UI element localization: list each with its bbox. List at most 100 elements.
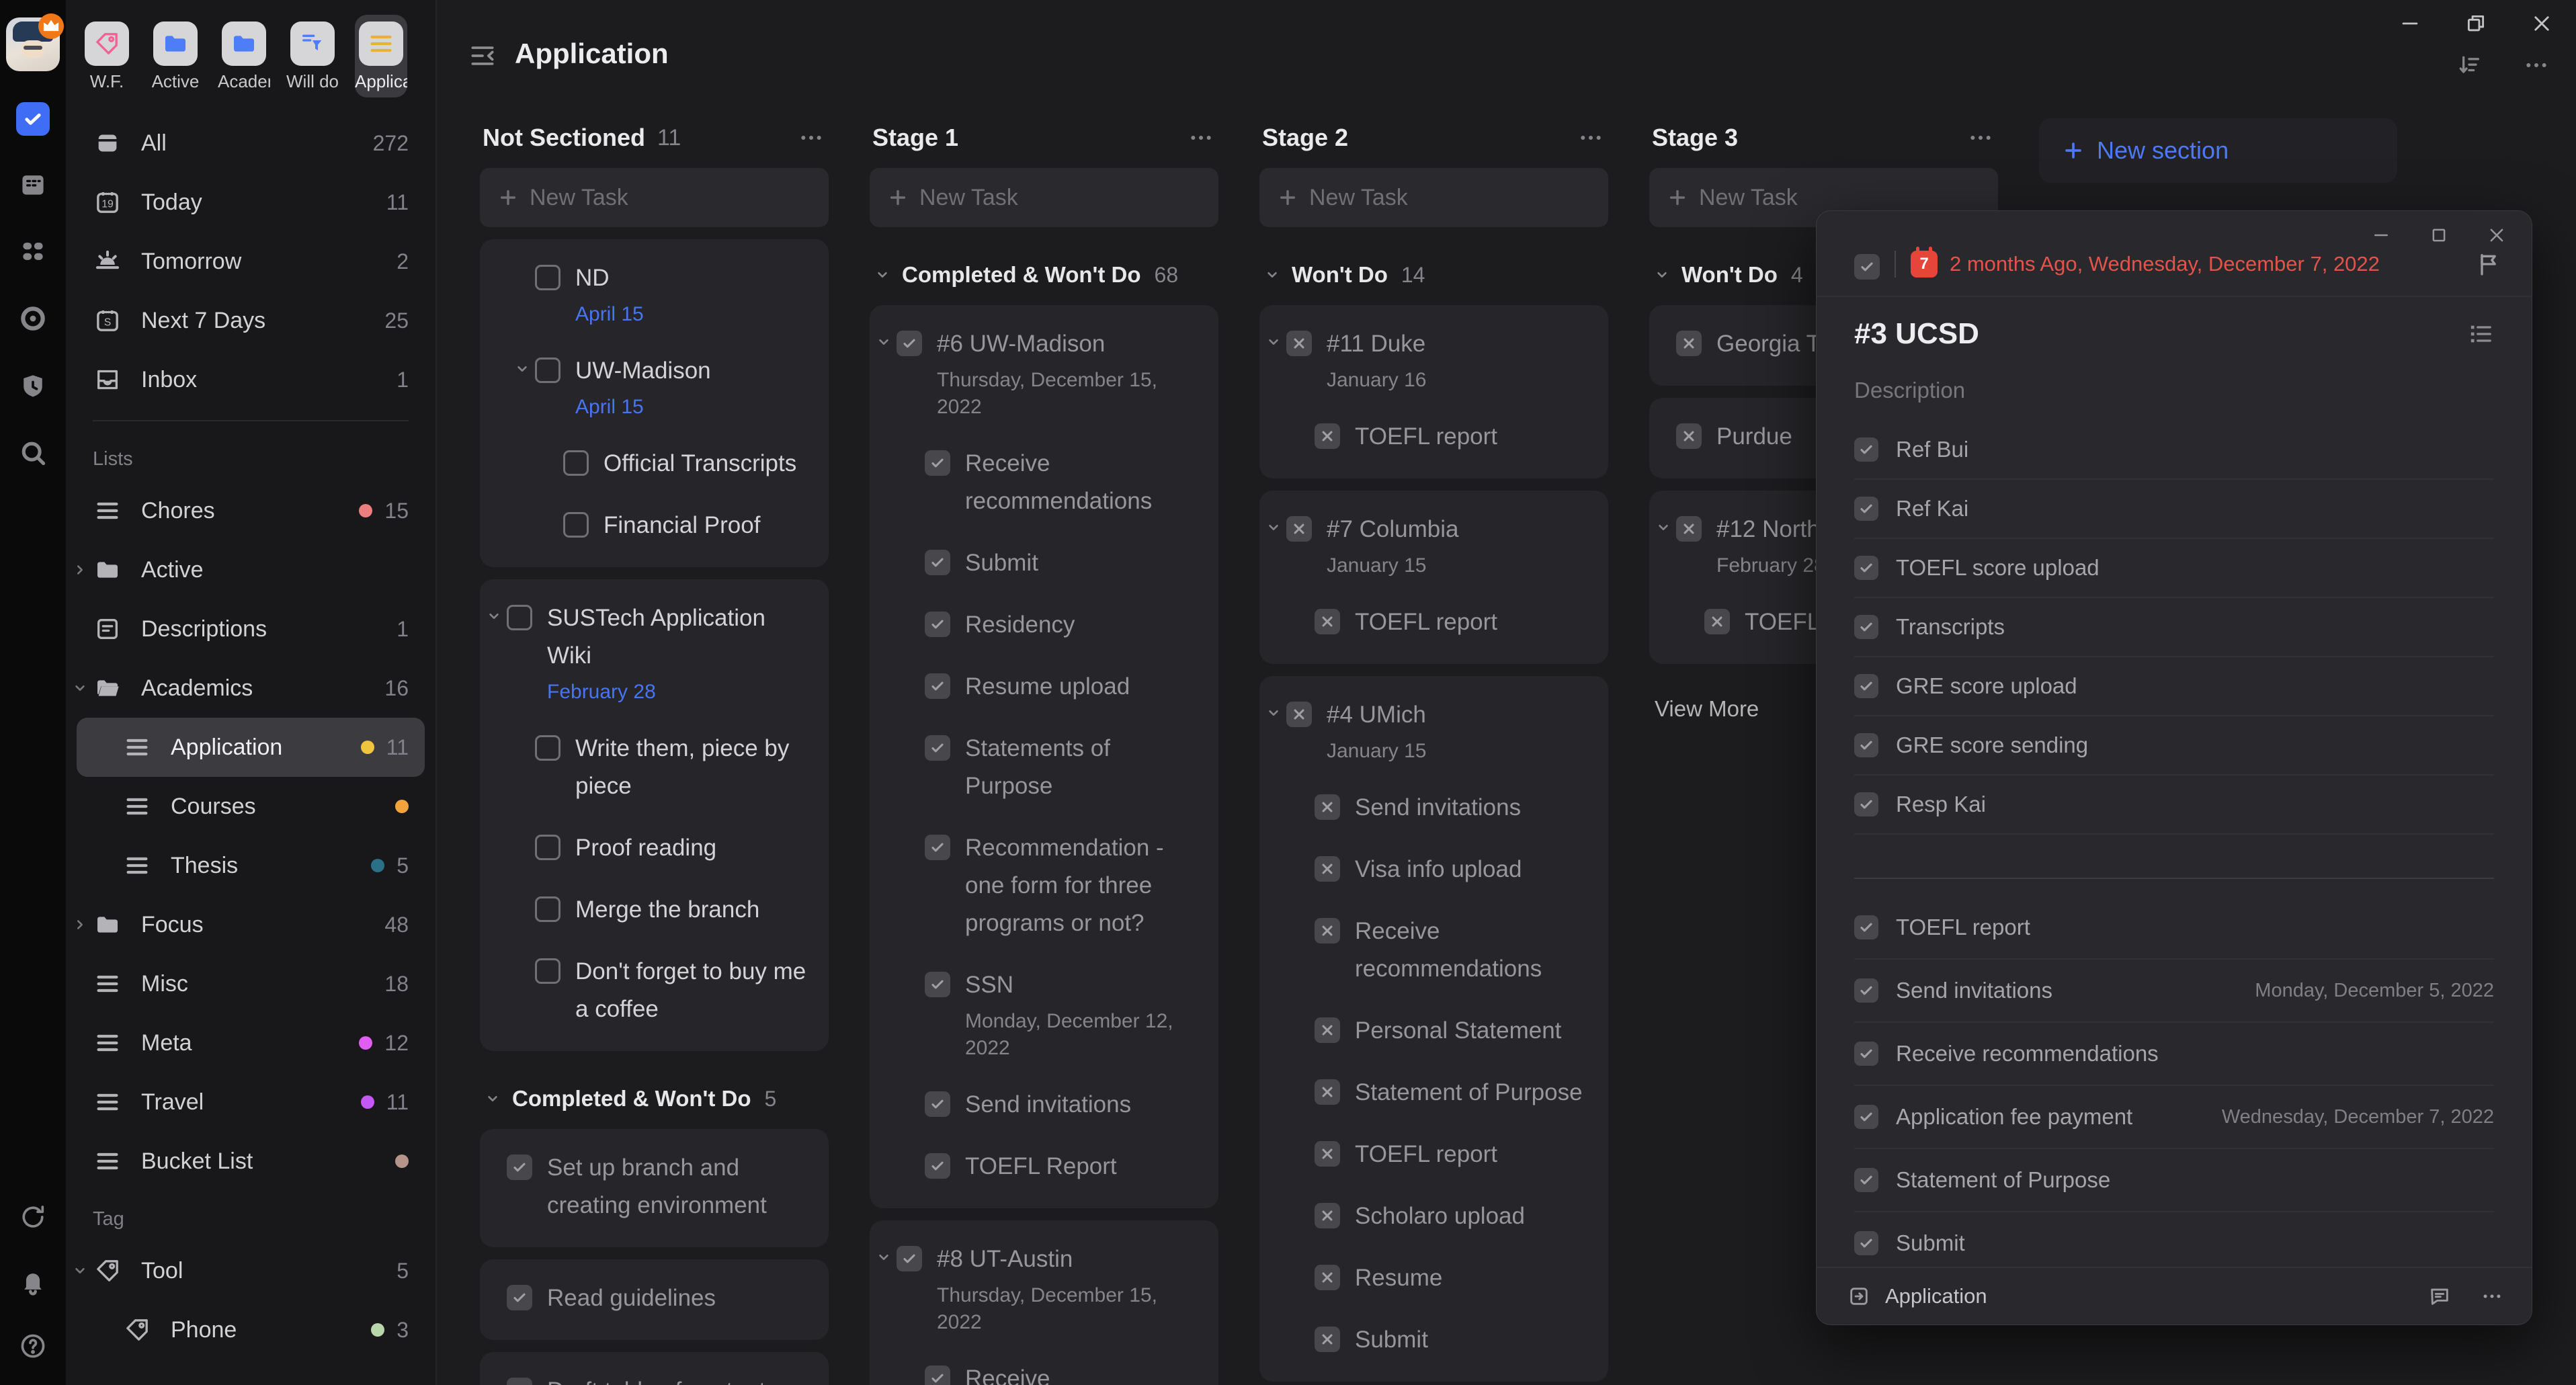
crossed-checkbox[interactable] <box>1676 423 1702 449</box>
sidebar-item-thesis[interactable]: Thesis5 <box>66 836 435 895</box>
task-card[interactable]: #8 UT-AustinThursday, December 15, 2022R… <box>870 1220 1218 1385</box>
unchecked-checkbox[interactable] <box>535 735 560 761</box>
column-more-icon[interactable] <box>1577 124 1604 151</box>
chevron-down-icon[interactable] <box>1655 519 1672 536</box>
pinned-tab-applicati[interactable]: Applicati <box>355 15 407 97</box>
checked-checkbox[interactable] <box>1854 254 1880 280</box>
crossed-checkbox[interactable] <box>1315 1327 1340 1352</box>
checked-checkbox[interactable] <box>897 1246 922 1271</box>
unchecked-checkbox[interactable] <box>535 958 560 984</box>
pomodoro-icon[interactable] <box>14 300 52 337</box>
sidebar-item-application[interactable]: Application11 <box>77 718 425 777</box>
checked-checkbox[interactable] <box>1854 1042 1878 1066</box>
sync-icon[interactable] <box>14 1198 52 1236</box>
crossed-checkbox[interactable] <box>1315 609 1340 634</box>
comment-icon[interactable] <box>2427 1284 2452 1309</box>
checked-checkbox[interactable] <box>1854 674 1878 698</box>
subtask-row[interactable]: Recommendation - one form for three prog… <box>897 829 1198 942</box>
move-to-list-icon[interactable] <box>1846 1284 1872 1309</box>
sidebar-item-phone[interactable]: Phone3 <box>66 1300 435 1359</box>
crossed-checkbox[interactable] <box>1315 423 1340 449</box>
column-more-icon[interactable] <box>798 124 825 151</box>
subtask-item[interactable]: Receive recommendations <box>1854 1023 2494 1086</box>
sidebar-item-bucket-list[interactable]: Bucket List <box>66 1132 435 1191</box>
chevron-down-icon[interactable] <box>1263 266 1281 284</box>
checked-checkbox[interactable] <box>1854 792 1878 816</box>
subtask-row[interactable]: Visa info upload <box>1286 851 1588 888</box>
subtask-row[interactable]: Send invitations <box>897 1086 1198 1124</box>
subtask-row[interactable]: Write them, piece by piece <box>507 730 808 805</box>
sidebar-item-courses[interactable]: Courses <box>66 777 435 836</box>
checked-checkbox[interactable] <box>1854 437 1878 462</box>
unchecked-checkbox[interactable] <box>535 835 560 860</box>
checklist-item[interactable]: Resp Kai <box>1854 775 2494 835</box>
chevron-down-icon[interactable] <box>71 1262 89 1279</box>
sidebar-item-next-7-days[interactable]: SNext 7 Days25 <box>66 291 435 350</box>
subtask-item[interactable]: Application fee paymentWednesday, Decemb… <box>1854 1086 2494 1149</box>
task-row[interactable]: SUSTech Application WikiFebruary 28 <box>507 599 808 706</box>
task-card[interactable]: Draft table of contentsJanuary 10 <box>480 1352 829 1385</box>
unchecked-checkbox[interactable] <box>535 265 560 290</box>
subtask-row[interactable]: Resume <box>1286 1259 1588 1297</box>
checked-checkbox[interactable] <box>507 1378 532 1385</box>
task-card[interactable]: SUSTech Application WikiFebruary 28 Write… <box>480 579 829 1051</box>
subtask-row[interactable]: Statements of Purpose <box>897 730 1198 805</box>
due-date[interactable]: 7 2 months Ago, Wednesday, December 7, 2… <box>1911 251 2380 278</box>
chevron-down-icon[interactable] <box>875 333 892 351</box>
chevron-down-icon[interactable] <box>874 266 891 284</box>
pinned-tab-active[interactable]: Active <box>149 15 202 97</box>
crossed-checkbox[interactable] <box>1315 1079 1340 1105</box>
more-options-icon[interactable] <box>2521 50 2552 81</box>
checked-checkbox[interactable] <box>1854 1231 1878 1255</box>
user-avatar[interactable] <box>6 17 60 71</box>
crossed-checkbox[interactable] <box>1315 1265 1340 1290</box>
habit-icon[interactable] <box>14 367 52 405</box>
sidebar-item-meta[interactable]: Meta12 <box>66 1013 435 1073</box>
new-section-button[interactable]: New section <box>2039 118 2397 183</box>
subtask-row[interactable]: Resume upload <box>897 668 1198 706</box>
subtask-row[interactable]: Receive recommendations <box>897 445 1198 520</box>
subtask-item[interactable]: Send invitationsMonday, December 5, 2022 <box>1854 960 2494 1023</box>
checked-checkbox[interactable] <box>1854 915 1878 939</box>
column-more-icon[interactable] <box>1967 124 1994 151</box>
task-row[interactable]: #4 UMichJanuary 15 <box>1286 696 1588 765</box>
checked-checkbox[interactable] <box>925 612 950 637</box>
collapse-sidebar-icon[interactable] <box>468 41 497 71</box>
subtask-item[interactable]: TOEFL report <box>1854 896 2494 960</box>
subtask-item[interactable]: Submit <box>1854 1212 2494 1267</box>
checked-checkbox[interactable] <box>1854 1105 1878 1129</box>
panel-more-icon[interactable] <box>2479 1284 2505 1309</box>
checklist-item[interactable]: GRE score upload <box>1854 657 2494 716</box>
chevron-down-icon[interactable] <box>1265 704 1282 722</box>
subtask-row[interactable]: Residency <box>897 606 1198 644</box>
priority-flag-icon[interactable] <box>2475 251 2502 278</box>
crossed-checkbox[interactable] <box>1315 1203 1340 1228</box>
chevron-down-icon[interactable] <box>71 679 89 697</box>
crossed-checkbox[interactable] <box>1676 516 1702 542</box>
sidebar-item-focus[interactable]: Focus48 <box>66 895 435 954</box>
subtask-row[interactable]: TOEFL report <box>1286 1136 1588 1173</box>
task-row[interactable]: Set up branch and creating environment <box>507 1149 808 1224</box>
subtask-row[interactable]: Financial Proof <box>507 507 808 544</box>
sidebar-item-travel[interactable]: Travel11 <box>66 1073 435 1132</box>
new-task-input[interactable]: New Task <box>870 168 1218 227</box>
crossed-checkbox[interactable] <box>1286 331 1312 356</box>
crossed-checkbox[interactable] <box>1286 702 1312 727</box>
subtask-row[interactable]: Statement of Purpose <box>1286 1074 1588 1111</box>
checked-checkbox[interactable] <box>925 1091 950 1117</box>
pinned-tab-will-do[interactable]: Will do <box>286 15 339 97</box>
task-card[interactable]: #4 UMichJanuary 15Send invitationsVisa i… <box>1259 676 1608 1382</box>
subtask-row[interactable]: Merge the branch <box>507 891 808 929</box>
task-list-name[interactable]: Application <box>1885 1284 1987 1308</box>
new-task-input[interactable]: New Task <box>480 168 829 227</box>
chevron-down-icon[interactable] <box>1653 266 1671 284</box>
column-more-icon[interactable] <box>1188 124 1214 151</box>
crossed-checkbox[interactable] <box>1286 516 1312 542</box>
task-card[interactable]: Set up branch and creating environment <box>480 1129 829 1247</box>
checklist-item[interactable]: Ref Kai <box>1854 480 2494 539</box>
chevron-down-icon[interactable] <box>485 607 503 625</box>
section-header[interactable]: Completed & Won't Do68 <box>874 262 1218 288</box>
checklist-item[interactable]: Transcripts <box>1854 598 2494 657</box>
task-row[interactable]: Read guidelines <box>507 1279 808 1317</box>
checklist-item[interactable]: GRE score sending <box>1854 716 2494 775</box>
